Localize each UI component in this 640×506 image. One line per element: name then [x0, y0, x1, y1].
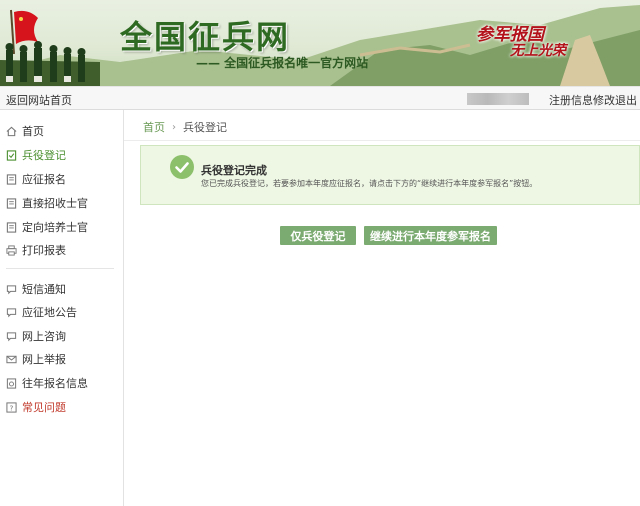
register-icon [6, 149, 17, 161]
sidebar-item-label: 往年报名信息 [22, 377, 88, 390]
slogan-line-2: 无上光荣 [510, 43, 566, 59]
sidebar: 首页 兵役登记 应征报名 直接招收士官 定向培养士官 打印报表 短信通知 应征地… [0, 110, 124, 506]
notice-description: 您已完成兵役登记，若要参加本年度应征报名，请点击下方的“继续进行本年度参军报名”… [201, 179, 538, 188]
sidebar-item-online-consult[interactable]: 网上咨询 [6, 327, 66, 345]
sidebar-divider [6, 268, 114, 269]
check-circle-icon [170, 155, 194, 179]
sidebar-item-label: 直接招收士官 [22, 197, 88, 210]
document-icon [6, 221, 17, 233]
sidebar-item-label: 应征地公告 [22, 306, 77, 319]
continue-signup-button[interactable]: 继续进行本年度参军报名 [364, 226, 497, 245]
username-blurred [467, 93, 529, 105]
sidebar-item-faq[interactable]: ? 常见问题 [6, 398, 66, 416]
printer-icon [6, 244, 17, 256]
sidebar-item-online-report[interactable]: 网上举报 [6, 350, 66, 368]
edit-registration-link[interactable]: 注册信息修改 [549, 92, 615, 108]
sidebar-item-home[interactable]: 首页 [6, 122, 44, 140]
breadcrumb-home-link[interactable]: 首页 [143, 119, 165, 135]
question-icon: ? [6, 401, 17, 413]
notice-title: 兵役登记完成 [201, 164, 267, 177]
sidebar-item-direct-nco[interactable]: 直接招收士官 [6, 194, 88, 212]
document-icon [6, 173, 17, 185]
sidebar-item-print-report[interactable]: 打印报表 [6, 241, 66, 259]
sidebar-item-label: 网上举报 [22, 353, 66, 366]
chevron-right-icon: › [172, 121, 176, 133]
message-icon [6, 331, 17, 341]
breadcrumb-divider [124, 140, 640, 141]
sidebar-item-label: 兵役登记 [22, 149, 66, 162]
sidebar-item-directed-nco[interactable]: 定向培养士官 [6, 218, 88, 236]
sidebar-item-label: 应征报名 [22, 173, 66, 186]
sidebar-item-past-signup-info[interactable]: 往年报名信息 [6, 374, 88, 392]
sidebar-item-label: 首页 [22, 125, 44, 138]
message-icon [6, 284, 17, 294]
site-banner: 全国征兵网 —— 全国征兵报名唯一官方网站 参军报国 无上光荣 [0, 0, 640, 86]
sidebar-item-label: 短信通知 [22, 283, 66, 296]
breadcrumb: 首页 › 兵役登记 [143, 119, 227, 135]
back-to-home-link[interactable]: 返回网站首页 [6, 92, 72, 108]
sidebar-item-local-announcement[interactable]: 应征地公告 [6, 303, 77, 321]
sidebar-item-enlistment-signup[interactable]: 应征报名 [6, 170, 66, 188]
logout-link[interactable]: 退出 [615, 92, 637, 108]
success-notice: 兵役登记完成 您已完成兵役登记，若要参加本年度应征报名，请点击下方的“继续进行本… [140, 145, 640, 205]
site-title: 全国征兵网 [120, 18, 291, 56]
sidebar-item-label: 定向培养士官 [22, 221, 88, 234]
svg-text:?: ? [10, 403, 14, 412]
sidebar-item-label: 网上咨询 [22, 330, 66, 343]
soldiers-image [5, 41, 86, 82]
site-subtitle: —— 全国征兵报名唯一官方网站 [196, 56, 369, 70]
sidebar-item-sms-notice[interactable]: 短信通知 [6, 280, 66, 298]
sidebar-item-label: 打印报表 [22, 244, 66, 257]
mail-icon [6, 355, 17, 363]
sidebar-item-military-registration[interactable]: 兵役登记 [6, 146, 66, 164]
home-icon [6, 126, 17, 136]
message-icon [6, 307, 17, 317]
breadcrumb-current: 兵役登记 [183, 121, 227, 134]
top-bar: 返回网站首页 注册信息修改 退出 [0, 86, 640, 110]
history-icon [6, 377, 17, 389]
register-only-button[interactable]: 仅兵役登记 [280, 226, 356, 245]
sidebar-item-label: 常见问题 [22, 401, 66, 414]
document-icon [6, 197, 17, 209]
